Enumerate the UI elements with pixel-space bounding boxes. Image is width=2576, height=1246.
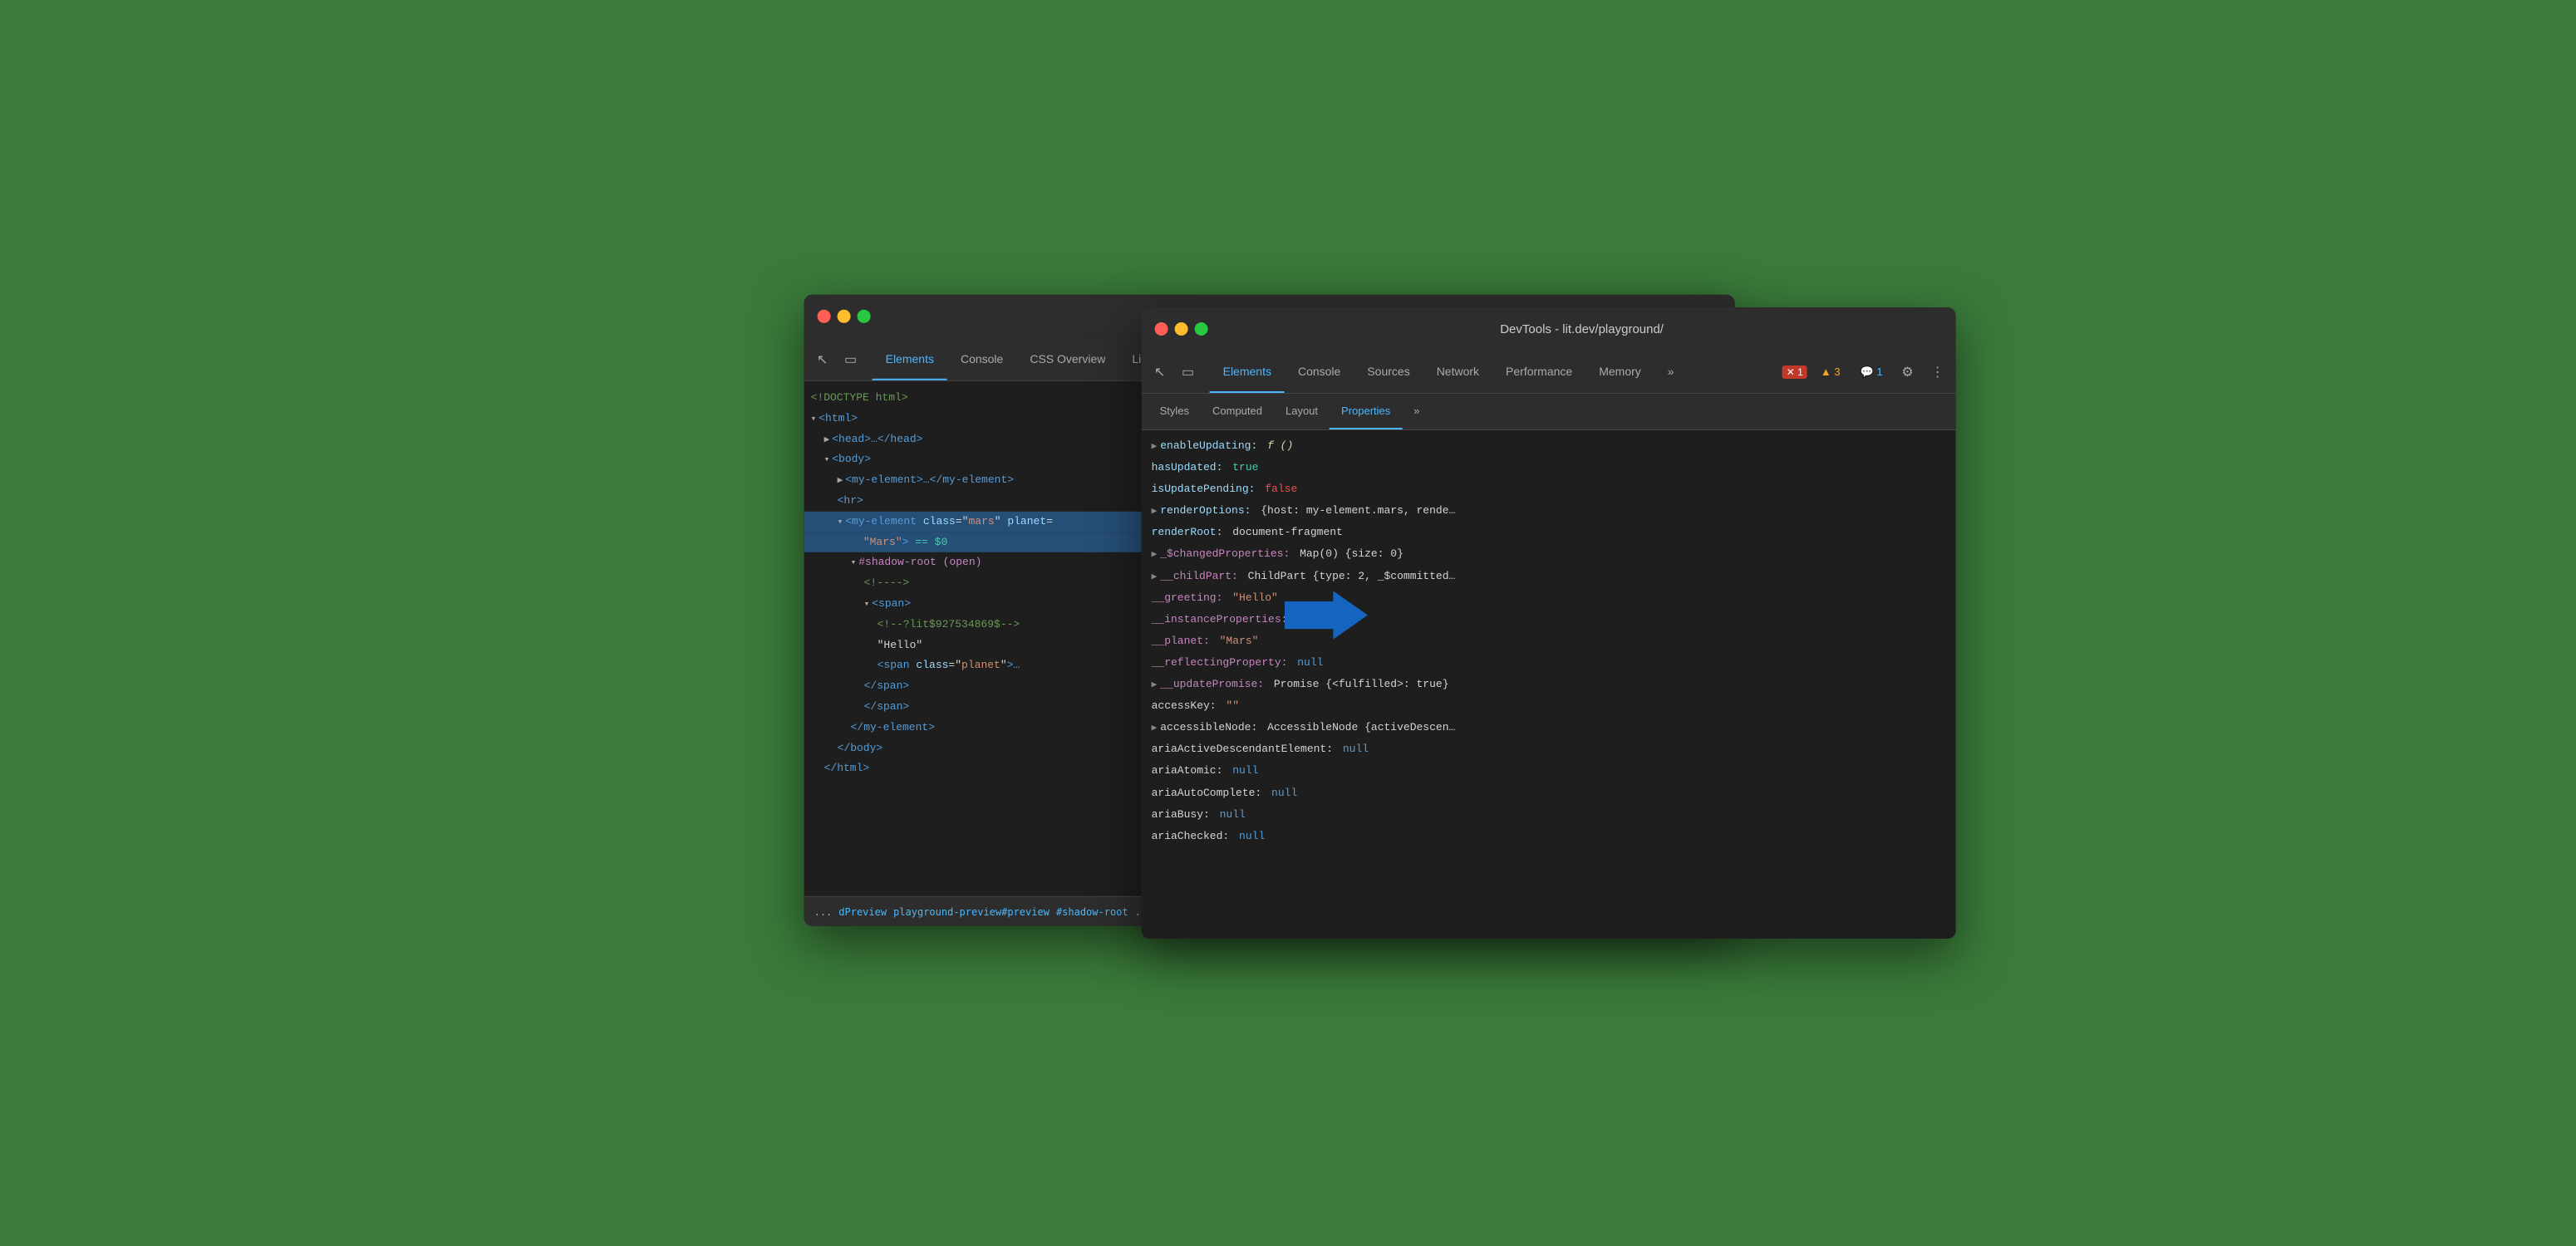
maximize-button-back[interactable]: [858, 310, 871, 323]
prop-ariaBusy-front: ariaBusy: null: [1142, 804, 1956, 826]
traffic-lights-back: [818, 310, 871, 323]
device-icon[interactable]: ▭: [839, 347, 863, 370]
close-button-front[interactable]: [1155, 322, 1168, 336]
tab-css-overview-back[interactable]: CSS Overview: [1016, 338, 1118, 380]
main-content-front: Styles Computed Layout Properties » ▶ena…: [1142, 394, 1956, 939]
status-dpreview-back[interactable]: dPreview: [838, 905, 887, 917]
tab-performance-front[interactable]: Performance: [1492, 351, 1585, 393]
prop-list-front: ▶enableUpdating: f () hasUpdated: true i…: [1142, 430, 1956, 852]
close-button-back[interactable]: [818, 310, 831, 323]
tab-elements-front[interactable]: Elements: [1210, 351, 1285, 393]
minimize-button-back[interactable]: [838, 310, 851, 323]
props-panel-front[interactable]: Styles Computed Layout Properties » ▶ena…: [1142, 394, 1956, 939]
prop-renderRoot-front: renderRoot: document-fragment: [1142, 522, 1956, 543]
cursor-icon[interactable]: ↖: [811, 347, 834, 370]
sub-tab-layout-front[interactable]: Layout: [1274, 394, 1330, 429]
arrow-indicator: [1285, 582, 1368, 665]
toolbar-icons-front: ↖ ▭: [1148, 351, 1200, 393]
error-badge-front: ✕ 1: [1782, 365, 1807, 379]
prop-planet-front: __planet: "Mars": [1142, 630, 1956, 652]
settings-icon-front[interactable]: ⚙: [1896, 361, 1920, 384]
prop-updatePromise-front: ▶__updatePromise: Promise {<fulfilled>: …: [1142, 674, 1956, 695]
status-ellipsis-back: ...: [814, 905, 833, 917]
device-icon-front[interactable]: ▭: [1177, 361, 1200, 384]
tab-elements-back[interactable]: Elements: [873, 338, 947, 380]
prop-instanceProps-front: __instanceProperties: undefined: [1142, 609, 1956, 630]
sub-tab-computed-front[interactable]: Computed: [1201, 394, 1274, 429]
prop-accessKey-front: accessKey: "": [1142, 695, 1956, 717]
prop-renderOptions-front: ▶renderOptions: {host: my-element.mars, …: [1142, 500, 1956, 522]
tab-memory-front[interactable]: Memory: [1585, 351, 1654, 393]
status-shadow-root-back[interactable]: #shadow-root: [1056, 905, 1128, 917]
prop-isUpdatePending-front: isUpdatePending: false: [1142, 478, 1956, 500]
prop-ariaAutoComplete-front: ariaAutoComplete: null: [1142, 782, 1956, 804]
prop-ariaAtomic-front: ariaAtomic: null: [1142, 760, 1956, 782]
cursor-icon-front[interactable]: ↖: [1148, 361, 1172, 384]
tab-console-back[interactable]: Console: [947, 338, 1016, 380]
prop-ariaChecked-front: ariaChecked: null: [1142, 826, 1956, 847]
maximize-button-front[interactable]: [1195, 322, 1208, 336]
tab-bar-right-front: ✕ 1 ▲ 3 💬 1 ⚙ ⋮: [1782, 351, 1949, 393]
more-icon-front[interactable]: ⋮: [1926, 361, 1949, 384]
tab-network-front[interactable]: Network: [1423, 351, 1492, 393]
tab-bar-front: ↖ ▭ Elements Console Sources Network Per…: [1142, 351, 1956, 394]
prop-enableUpdating-front: ▶enableUpdating: f (): [1142, 435, 1956, 457]
window-title-front: DevTools - lit.dev/playground/: [1222, 322, 1943, 336]
sub-tab-bar-front: Styles Computed Layout Properties »: [1142, 394, 1956, 430]
prop-greeting-front: __greeting: "Hello": [1142, 587, 1956, 609]
toolbar-icons-back: ↖ ▭: [811, 338, 863, 380]
info-badge-front: 💬 1: [1854, 364, 1890, 380]
devtools-window-front: DevTools - lit.dev/playground/ ↖ ▭ Eleme…: [1142, 307, 1956, 939]
tab-more-front[interactable]: »: [1654, 351, 1688, 393]
sub-tab-more-front[interactable]: »: [1402, 394, 1431, 429]
title-bar-front: DevTools - lit.dev/playground/: [1142, 307, 1956, 351]
tab-sources-front[interactable]: Sources: [1354, 351, 1423, 393]
status-preview-back[interactable]: playground-preview#preview: [893, 905, 1050, 917]
prop-reflectingProp-front: __reflectingProperty: null: [1142, 652, 1956, 674]
sub-tab-styles-front[interactable]: Styles: [1148, 394, 1201, 429]
props-container-front: Styles Computed Layout Properties » ▶ena…: [1142, 394, 1956, 939]
traffic-lights-front: [1155, 322, 1208, 336]
warning-badge-front: ▲ 3: [1814, 364, 1847, 380]
prop-changedProps-front: ▶_$changedProperties: Map(0) {size: 0}: [1142, 543, 1956, 565]
tab-console-front[interactable]: Console: [1285, 351, 1354, 393]
prop-accessibleNode-front: ▶accessibleNode: AccessibleNode {activeD…: [1142, 717, 1956, 738]
prop-hasUpdated-front: hasUpdated: true: [1142, 457, 1956, 478]
prop-childPart-front: ▶__childPart: ChildPart {type: 2, _$comm…: [1142, 566, 1956, 587]
prop-ariaActiveDescendant-front: ariaActiveDescendantElement: null: [1142, 738, 1956, 760]
minimize-button-front[interactable]: [1175, 322, 1188, 336]
sub-tab-properties-front[interactable]: Properties: [1330, 394, 1402, 429]
